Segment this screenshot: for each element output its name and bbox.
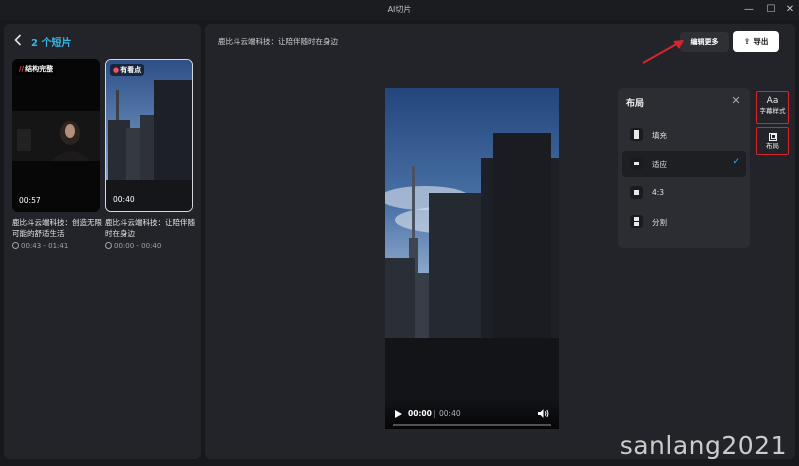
- volume-icon[interactable]: [537, 408, 549, 419]
- layout-button[interactable]: 布局: [756, 127, 789, 155]
- chevron-left-icon: [14, 34, 22, 46]
- font-style-icon: Aa: [766, 96, 779, 106]
- clip-duration-2: 00:40: [113, 195, 135, 204]
- clip-tag-label: 结构完整: [25, 65, 54, 73]
- check-icon: ✓: [732, 157, 740, 167]
- clock-icon: [105, 242, 112, 249]
- clip-tag-mark: //: [19, 65, 25, 73]
- clock-icon: [12, 242, 19, 249]
- layout-option-split[interactable]: 分割: [622, 209, 746, 235]
- minimize-button[interactable]: —: [742, 3, 756, 17]
- export-button[interactable]: ⇪ 导出: [733, 31, 779, 52]
- progress-bar[interactable]: [393, 424, 551, 426]
- clip-tag-2: ●有看点: [110, 64, 145, 76]
- fit-layout-icon: [630, 157, 643, 170]
- option-label: 填充: [652, 131, 667, 140]
- video-frame-image: [385, 88, 559, 429]
- clip-list-panel: 2 个短片 //结构完整 00:57 鹿比斗云端科技：创造无限可能的舒适生活 0…: [4, 24, 201, 459]
- fill-layout-icon: [630, 128, 643, 141]
- maximize-button[interactable]: ☐: [764, 3, 778, 17]
- annotation-arrow-icon: [642, 40, 684, 64]
- clip-count: 2 个短片: [31, 38, 72, 49]
- clip-thumbnail-1: [12, 59, 100, 212]
- preview-panel: 鹿比斗云端科技：让陪伴随时在身边 编辑更多 ⇪ 导出 00:00 | 00:40…: [205, 24, 795, 459]
- clip-tag-1: //结构完整: [16, 63, 57, 75]
- subtitle-style-label: 字幕样式: [759, 107, 786, 115]
- back-button[interactable]: [14, 34, 26, 48]
- popup-title: 布局: [626, 99, 645, 109]
- option-label: 分割: [652, 218, 667, 227]
- video-title: 鹿比斗云端科技：让陪伴随时在身边: [218, 37, 338, 46]
- total-time: 00:40: [439, 409, 461, 418]
- layout-popup: 布局 ✕ 填充 适应 ✓ 4:3 分割: [618, 88, 750, 248]
- layout-icon: [768, 133, 777, 141]
- layout-option-fit[interactable]: 适应 ✓: [622, 151, 746, 177]
- current-time: 00:00: [408, 409, 432, 418]
- clip-tag-label: 有看点: [120, 66, 142, 74]
- subtitle-style-button[interactable]: Aa 字幕样式: [756, 91, 789, 124]
- close-button[interactable]: ✕: [783, 3, 797, 17]
- export-label: 导出: [753, 37, 769, 46]
- clip-title-2[interactable]: 鹿比斗云端科技：让陪伴随时在身边: [105, 217, 195, 239]
- option-label: 4:3: [652, 188, 665, 197]
- clip-title-1[interactable]: 鹿比斗云端科技：创造无限可能的舒适生活: [12, 217, 102, 239]
- close-icon[interactable]: ✕: [730, 94, 742, 108]
- layout-option-4-3[interactable]: 4:3: [622, 180, 746, 206]
- aspect-4-3-icon: [630, 186, 643, 199]
- clip-range-text: 00:43 - 01:41: [21, 242, 69, 250]
- clip-thumbnail-2: [106, 60, 192, 211]
- clip-duration-1: 00:57: [19, 196, 41, 205]
- player-controls: 00:00 | 00:40: [385, 399, 559, 429]
- clip-tag-mark: ●: [113, 66, 120, 74]
- option-label: 适应: [652, 160, 667, 169]
- title-bar: AI切片 — ☐ ✕: [0, 0, 799, 20]
- clip-card-1[interactable]: //结构完整 00:57: [12, 59, 100, 212]
- split-layout-icon: [630, 215, 643, 228]
- clip-card-2[interactable]: ●有看点 00:40: [105, 59, 193, 212]
- clip-range-2: 00:00 - 00:40: [105, 242, 161, 250]
- play-icon[interactable]: [395, 410, 402, 418]
- window-title: AI切片: [387, 5, 412, 14]
- video-player[interactable]: 00:00 | 00:40: [385, 88, 559, 429]
- watermark: sanlang2021: [619, 431, 787, 460]
- layout-label: 布局: [766, 142, 779, 150]
- time-separator: |: [433, 409, 436, 418]
- clip-range-1: 00:43 - 01:41: [12, 242, 68, 250]
- clip-range-text: 00:00 - 00:40: [114, 242, 162, 250]
- upload-icon: ⇪: [743, 37, 751, 46]
- layout-option-fill[interactable]: 填充: [622, 122, 746, 148]
